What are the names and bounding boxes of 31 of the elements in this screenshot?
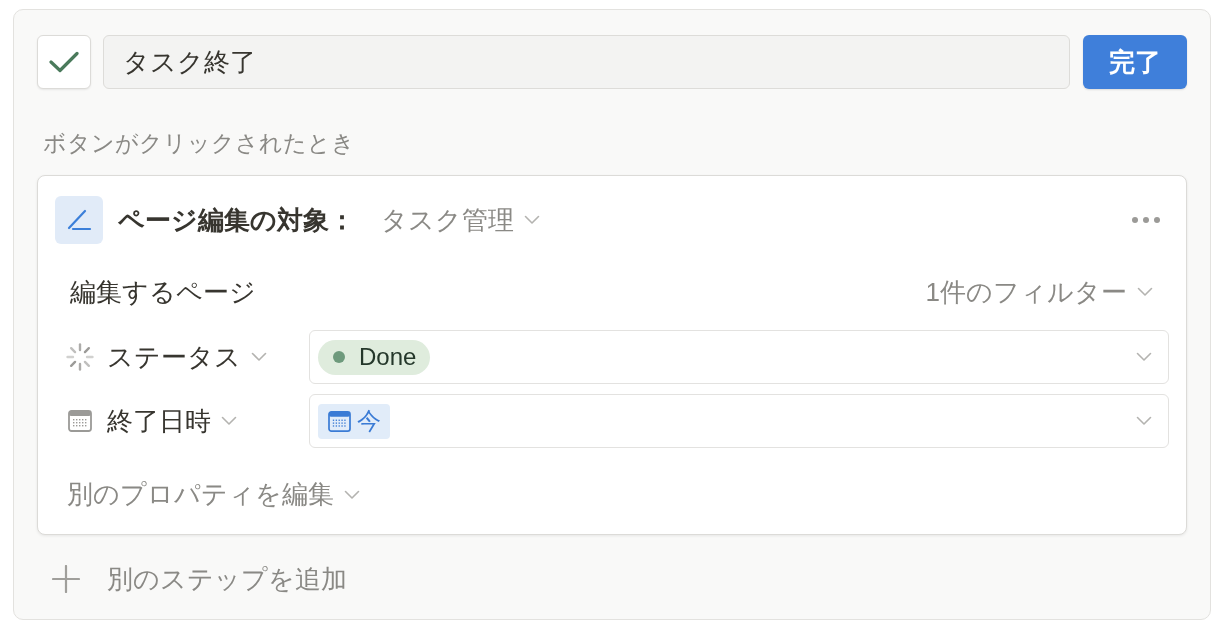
icon-picker[interactable]: [37, 35, 91, 89]
name-field[interactable]: タスク終了: [103, 35, 1070, 89]
chevron-icon: [1136, 416, 1152, 426]
chevron-icon: [251, 352, 267, 362]
calendar-icon: [328, 410, 351, 432]
chevron-icon: [1136, 352, 1152, 362]
chevron-icon: [344, 489, 360, 500]
property-value-select[interactable]: Done: [309, 330, 1169, 384]
chevron-icon: [221, 416, 237, 426]
filter-dropdown[interactable]: 1件のフィルター: [925, 274, 1153, 310]
edit-property-dropdown[interactable]: 別のプロパティを編集: [67, 477, 360, 512]
add-step-button[interactable]: 別のステップを追加: [37, 564, 347, 594]
more-icon[interactable]: [1132, 217, 1160, 223]
chevron-icon: [524, 215, 540, 225]
status-dot-icon: [333, 351, 345, 363]
pencil-icon: [55, 196, 103, 244]
plus-icon: [52, 565, 80, 593]
step-title: ページ編集の対象：: [118, 203, 355, 237]
check-icon: [49, 51, 79, 73]
done-button[interactable]: 完了: [1083, 35, 1187, 89]
chevron-icon: [1137, 287, 1153, 297]
target-label: 編集するページ: [70, 275, 256, 309]
status-text: Done: [359, 343, 417, 371]
date-text: 今: [357, 406, 381, 436]
database-dropdown[interactable]: タスク管理: [381, 202, 540, 238]
section-label: ボタンがクリックされたとき: [43, 129, 355, 157]
spinner-icon: [66, 343, 94, 371]
property-selector[interactable]: 終了日時: [107, 403, 237, 439]
property-selector[interactable]: ステータス: [107, 339, 267, 375]
property-value-select[interactable]: 今: [309, 394, 1169, 448]
calendar-icon: [68, 410, 92, 432]
